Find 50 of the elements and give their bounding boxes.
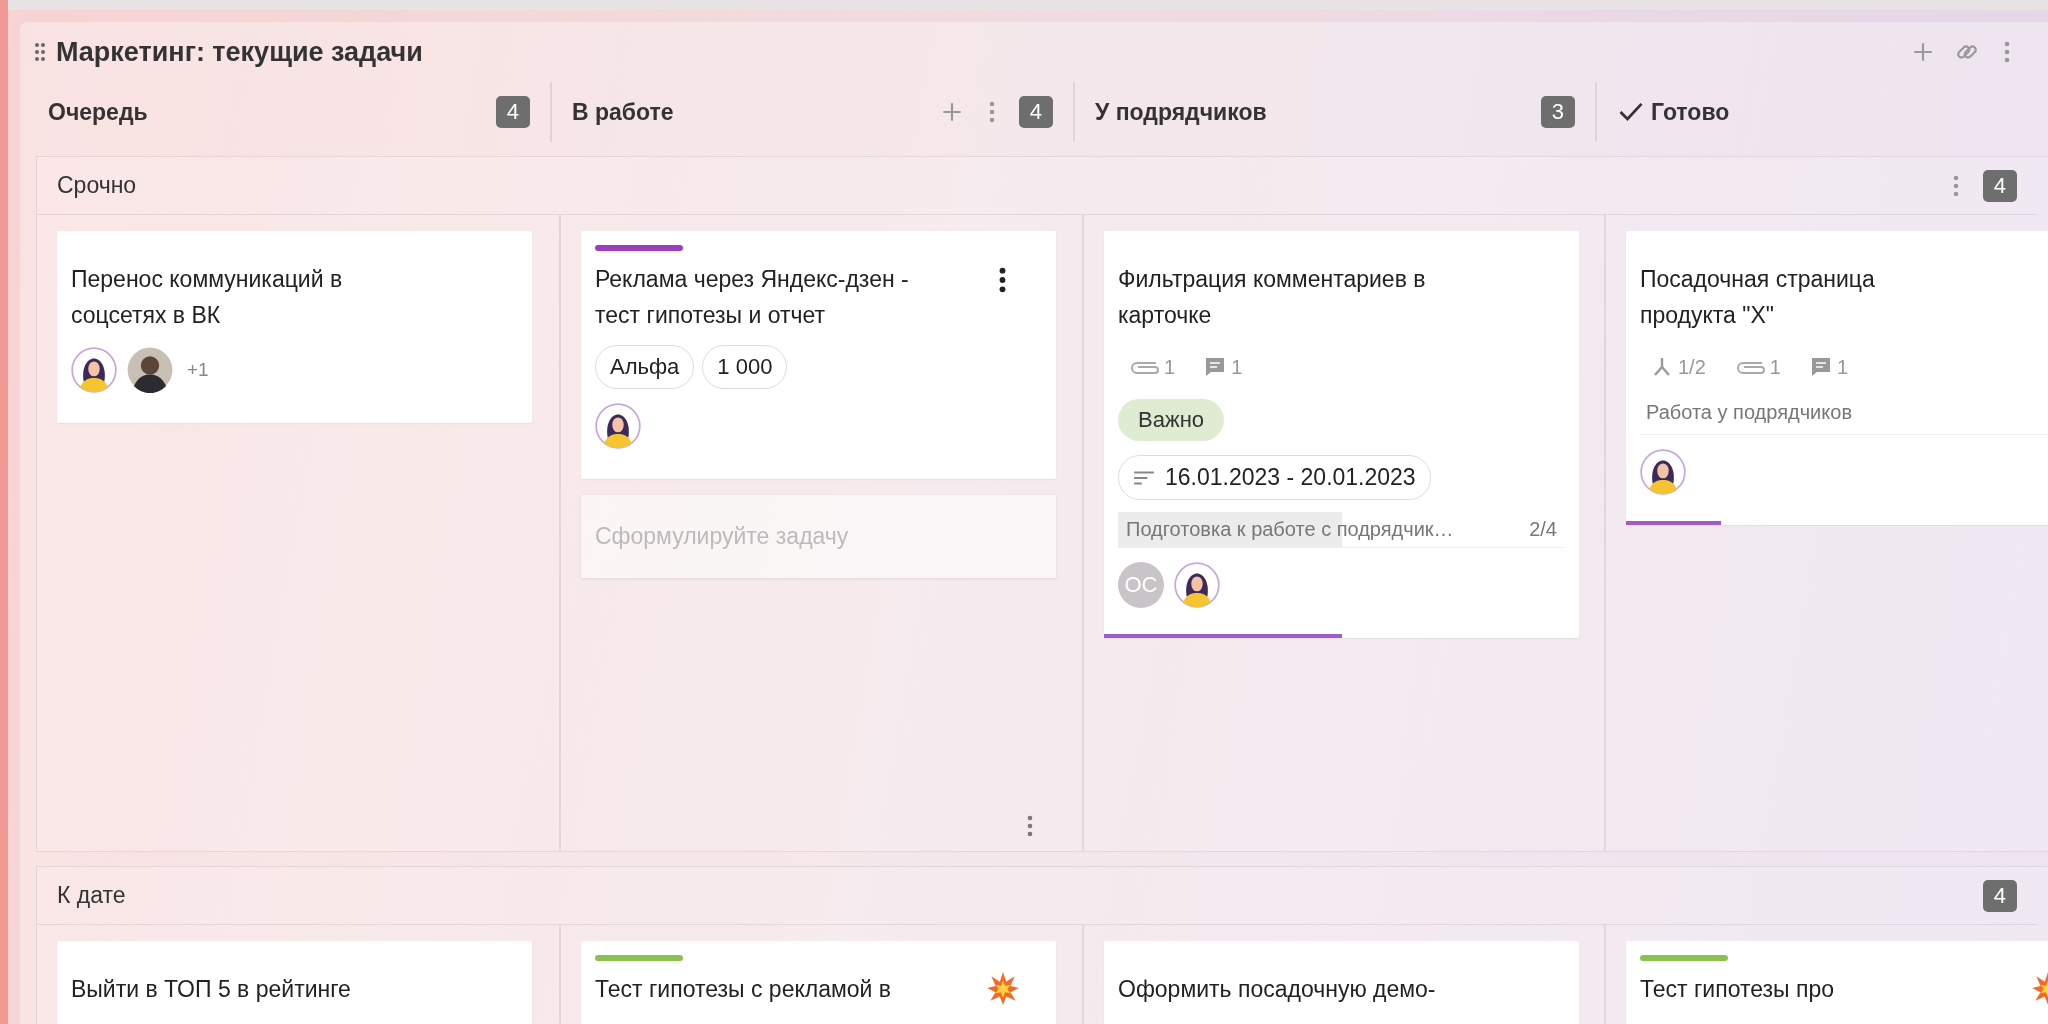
avatar[interactable] [1174,562,1220,608]
count-badge: 3 [1540,96,1575,128]
lane-title[interactable]: Срочно [57,172,137,199]
task-card[interactable]: Оформить посадочную демо- [1104,941,1579,1024]
meta-count: 1 [1769,355,1781,379]
card-title: Тест гипотезы про [1640,975,1835,1004]
card-title: Оформить посадочную демо- [1118,975,1436,1004]
checklist-title: Подготовка к работе с подрядчик… [1126,518,1454,541]
more-icon[interactable] [999,267,1006,293]
card-title: Фильтрация комментариев в карточке [1118,265,1427,330]
avatar[interactable] [1640,449,1686,495]
task-card[interactable]: Тест гипотезы с рекламой в [581,941,1056,1024]
card-title: Перенос коммуникаций в соцсетях в ВК [71,265,344,330]
card-title: Посадочная страница продукта "X" [1640,265,1876,330]
date-range: 16.01.2023 - 20.01.2023 [1165,464,1416,491]
task-card[interactable]: Реклама через Яндекс-дзен - тест гипотезы и отчет Альфа 1 000 [581,231,1056,479]
date-chip[interactable]: 16.01.2023 - 20.01.2023 [1118,455,1431,500]
avatar[interactable] [595,403,641,449]
avatar[interactable] [127,347,173,393]
meta-count: 1 [1164,355,1176,379]
meta-count: 1/2 [1678,355,1706,379]
meta-count: 1 [1231,355,1243,379]
count-badge: 4 [1982,169,2017,202]
column-title: Очередь [48,98,148,126]
checklist-row[interactable]: Подготовка к работе с подрядчик… 2/4 [1118,512,1565,548]
task-card[interactable]: Посадочная страница продукта "X" 1/2 1 1 Работа у подрядчиков [1626,231,2048,525]
card-title: Выйти в ТОП 5 в рейтинге [71,975,351,1004]
burst-icon [986,971,1020,1005]
count-badge: 4 [495,96,530,128]
task-card[interactable]: Перенос коммуникаций в соцсетях в ВК +1 [57,231,532,423]
board-title: Маркетинг: текущие задачи [56,36,423,68]
card-title: Тест гипотезы с рекламой в [595,975,892,1004]
lane-title[interactable]: К дате [57,882,126,909]
date-range-icon [1133,469,1155,486]
meta-count: 1 [1836,355,1849,379]
task-card[interactable]: Фильтрация комментариев в карточке 1 1 Важно 16.01.2023 - 20.01.2023 Подготовка к работе с подрядчик… 2/4 OC [1104,231,1579,638]
count-badge: 4 [1018,96,1053,128]
column-title: У подрядчиков [1095,98,1267,126]
checklist-count: 2/4 [1529,518,1557,541]
task-card[interactable]: Тест гипотезы про [1626,941,2048,1024]
column-title: В работе [572,98,674,126]
column-title: Готово [1651,98,1730,126]
section-title: Работа у подрядчиков [1646,401,1852,423]
more-assignees[interactable]: +1 [187,359,209,381]
count-badge: 4 [1982,879,2017,912]
task-card[interactable]: Выйти в ТОП 5 в рейтинге [57,941,532,1024]
card-title: Реклама через Яндекс-дзен - тест гипотезы и отчет [595,265,910,330]
avatar[interactable] [71,347,117,393]
priority-badge[interactable]: Важно [1118,399,1224,441]
drag-handle-icon[interactable] [34,41,46,63]
